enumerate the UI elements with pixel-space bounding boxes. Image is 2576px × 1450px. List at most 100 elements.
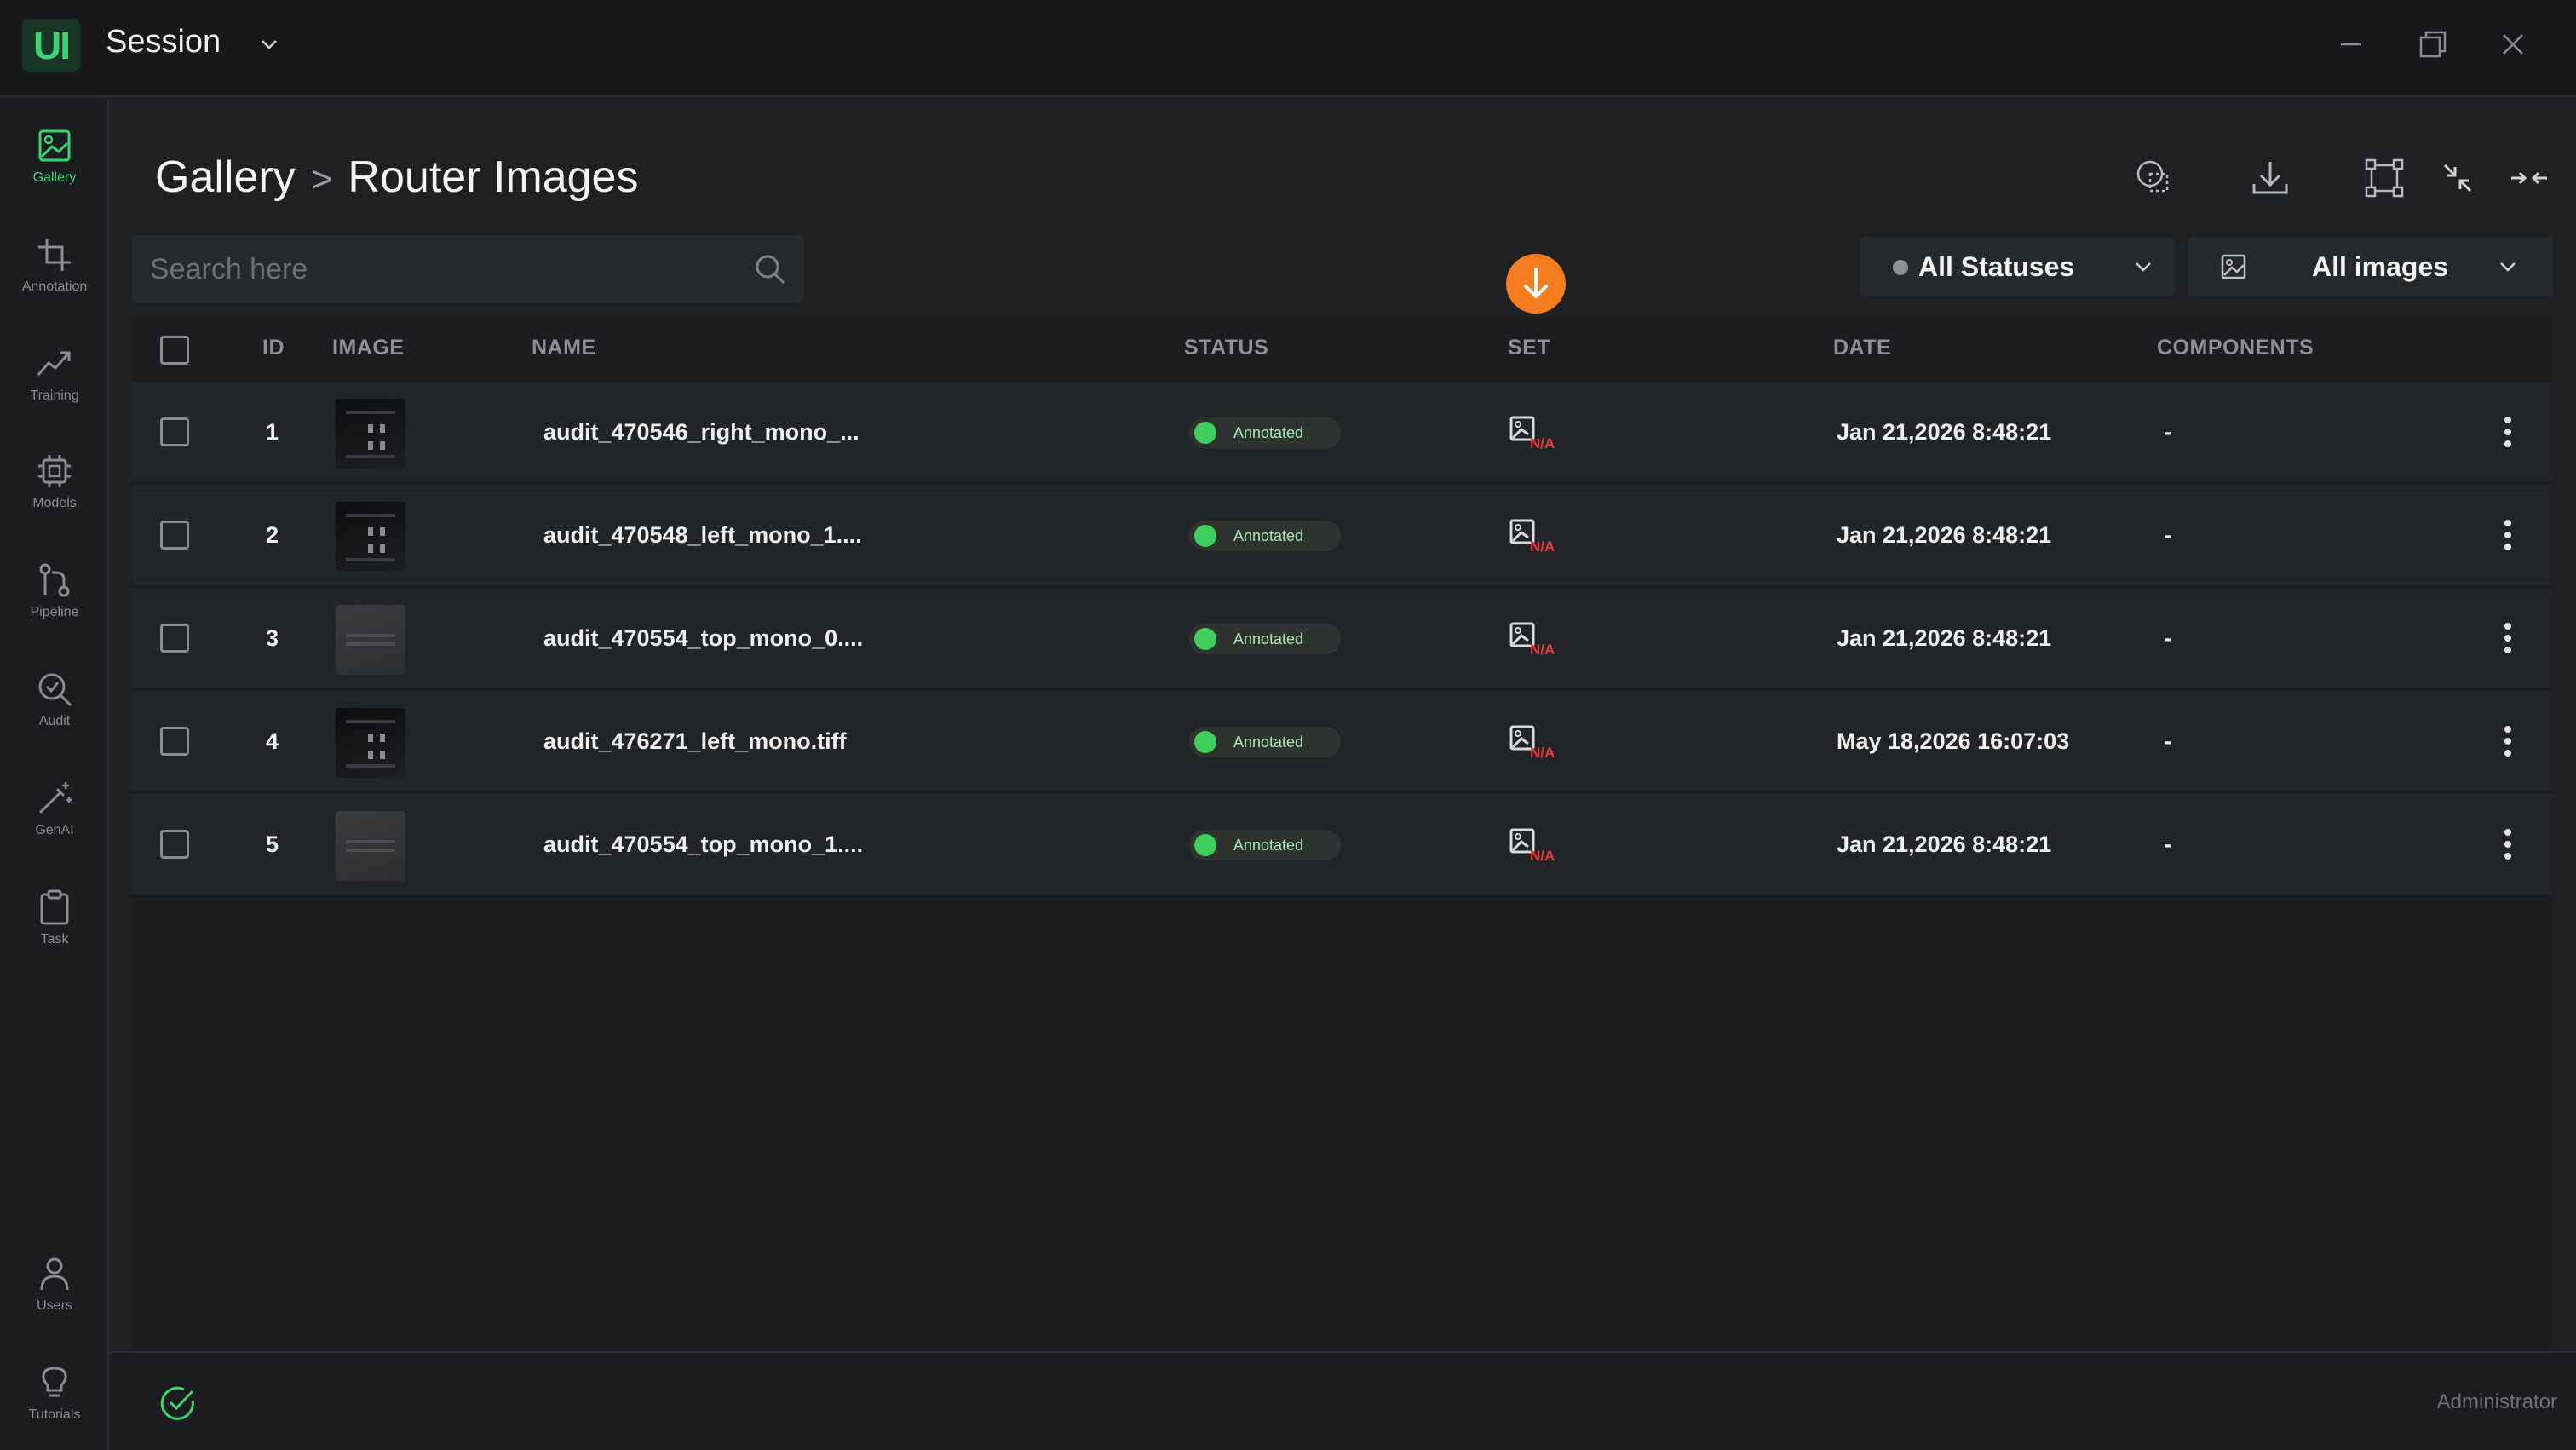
- status-dot: [1194, 422, 1216, 444]
- thumb-detail: [380, 734, 385, 742]
- image-thumbnail[interactable]: [336, 502, 405, 572]
- trend-up-icon: [37, 351, 71, 376]
- table-row[interactable]: 2 audit_470548_left_mono_1.... Annotated N/…: [131, 485, 2552, 585]
- collapse-diagonal-icon[interactable]: [2435, 155, 2481, 201]
- row-id: 2: [266, 522, 279, 548]
- set-image-na-icon[interactable]: N/A: [1509, 620, 1561, 658]
- sidebar-item-gallery[interactable]: Gallery: [0, 126, 109, 220]
- more-options-icon[interactable]: [2491, 412, 2525, 452]
- more-options-icon[interactable]: [2491, 619, 2525, 658]
- thumb-detail: [346, 720, 395, 723]
- check-circle-icon: [158, 1384, 198, 1423]
- set-na-label: N/A: [1530, 538, 1555, 555]
- session-title[interactable]: Session: [106, 24, 221, 60]
- sidebar-item-pipeline[interactable]: Pipeline: [0, 561, 109, 654]
- table-row[interactable]: 4 audit_476271_left_mono.tiff Annotated N/A…: [131, 691, 2552, 791]
- sidebar-item-audit[interactable]: Audit: [0, 670, 109, 763]
- thumb-detail: [380, 751, 385, 759]
- image-thumbnail[interactable]: [336, 708, 405, 778]
- thumb-detail: [368, 424, 373, 433]
- column-header-components: COMPONENTS: [2157, 336, 2314, 360]
- image-name[interactable]: audit_470554_top_mono_0....: [543, 588, 863, 688]
- status-bar: Administrator: [111, 1351, 2576, 1450]
- image-name[interactable]: audit_476271_left_mono.tiff: [543, 691, 847, 791]
- download-icon[interactable]: [2247, 155, 2293, 201]
- scroll-down-button[interactable]: [1506, 254, 1566, 314]
- search-icon[interactable]: [751, 250, 789, 288]
- sidebar-item-annotation[interactable]: Annotation: [0, 235, 109, 329]
- thumb-detail: [346, 558, 395, 561]
- row-checkbox[interactable]: [160, 624, 189, 653]
- thumb-detail: [368, 544, 373, 553]
- status-dot: [1194, 628, 1216, 650]
- set-image-na-icon[interactable]: N/A: [1509, 723, 1561, 761]
- collapse-horizontal-icon[interactable]: [2506, 155, 2552, 201]
- images-table: ID IMAGE NAME STATUS SET DATE COMPONENTS…: [131, 315, 2552, 1450]
- status-text: Annotated: [1233, 837, 1304, 854]
- set-na-label: N/A: [1530, 435, 1555, 452]
- image-thumbnail[interactable]: [336, 399, 405, 469]
- column-header-id[interactable]: ID: [262, 315, 285, 380]
- more-options-icon[interactable]: [2491, 722, 2525, 761]
- thumb-detail: [380, 527, 385, 536]
- row-checkbox[interactable]: [160, 830, 189, 859]
- set-na-label: N/A: [1530, 642, 1555, 658]
- sidebar-item-task[interactable]: Task: [0, 888, 109, 981]
- row-checkbox[interactable]: [160, 521, 189, 550]
- select-all-checkbox[interactable]: [160, 336, 189, 365]
- sidebar-item-models[interactable]: Models: [0, 452, 109, 545]
- sidebar-item-tutorials[interactable]: Tutorials: [0, 1363, 109, 1450]
- restore-icon[interactable]: [2409, 20, 2457, 68]
- close-icon[interactable]: [2489, 20, 2537, 68]
- thumb-detail: [346, 764, 395, 768]
- chip-icon: [38, 455, 71, 487]
- gallery-icon: [38, 129, 71, 162]
- image-name[interactable]: audit_470546_right_mono_...: [543, 382, 860, 482]
- sidebar: Gallery Annotation Training Models Pipel…: [0, 99, 109, 1450]
- image-thumbnail[interactable]: [336, 811, 405, 881]
- column-header-date[interactable]: DATE: [1833, 315, 1891, 380]
- more-options-icon[interactable]: [2491, 515, 2525, 555]
- sidebar-item-training[interactable]: Training: [0, 344, 109, 438]
- thumb-detail: [346, 411, 395, 414]
- image-name[interactable]: audit_470554_top_mono_1....: [543, 794, 863, 895]
- table-row[interactable]: 5 audit_470554_top_mono_1.... Annotated N/A…: [131, 794, 2552, 895]
- clipboard-icon: [40, 889, 69, 925]
- set-image-na-icon[interactable]: N/A: [1509, 517, 1561, 555]
- row-id: 5: [266, 831, 279, 857]
- main-content: Gallery > Router Images All Statuses All i…: [111, 99, 2576, 1450]
- bounding-box-icon[interactable]: [2361, 155, 2407, 201]
- sidebar-item-label: GenAI: [35, 823, 74, 837]
- components-value: -: [2164, 522, 2171, 548]
- compare-overlay-icon[interactable]: [2131, 155, 2177, 201]
- sidebar-item-label: Audit: [38, 714, 71, 728]
- table-row[interactable]: 1 audit_470546_right_mono_... Annotated N/A…: [131, 382, 2552, 482]
- title-bar: UI Session: [0, 0, 2576, 97]
- status-filter-dropdown[interactable]: All Statuses: [1860, 237, 2176, 296]
- column-header-name[interactable]: NAME: [532, 315, 596, 380]
- row-checkbox[interactable]: [160, 417, 189, 446]
- thumb-detail: [346, 455, 395, 458]
- chevron-down-icon: [2494, 253, 2521, 280]
- image-name[interactable]: audit_470548_left_mono_1....: [543, 485, 862, 585]
- set-image-na-icon[interactable]: N/A: [1509, 414, 1561, 452]
- minimize-icon[interactable]: [2327, 20, 2375, 68]
- row-checkbox[interactable]: [160, 727, 189, 756]
- breadcrumb-gallery-link[interactable]: Gallery: [155, 152, 296, 202]
- set-image-na-icon[interactable]: N/A: [1509, 826, 1561, 864]
- table-row[interactable]: 3 audit_470554_top_mono_0.... Annotated N/A…: [131, 588, 2552, 688]
- column-header-image: IMAGE: [332, 336, 405, 360]
- set-na-label: N/A: [1530, 848, 1555, 864]
- row-id: 3: [266, 625, 279, 651]
- search-input[interactable]: [131, 235, 727, 303]
- sidebar-item-users[interactable]: Users: [0, 1254, 109, 1348]
- status-text: Annotated: [1233, 527, 1304, 544]
- image-thumbnail[interactable]: [336, 605, 405, 675]
- column-header-status[interactable]: STATUS: [1184, 315, 1268, 380]
- column-header-set[interactable]: SET: [1508, 315, 1550, 380]
- thumb-detail: [368, 441, 373, 450]
- image-filter-dropdown[interactable]: All images: [2188, 237, 2554, 296]
- chevron-down-icon[interactable]: [256, 31, 283, 58]
- more-options-icon[interactable]: [2491, 825, 2525, 864]
- sidebar-item-genai[interactable]: GenAI: [0, 779, 109, 872]
